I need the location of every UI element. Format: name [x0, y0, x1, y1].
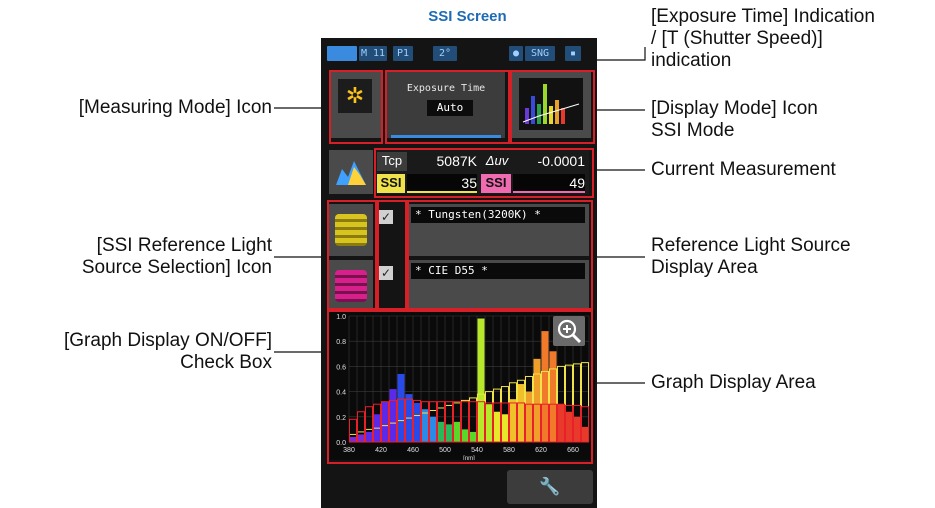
annotation-graph-display-area: Graph Display Area — [651, 372, 816, 393]
manual-figure: SSI Screen [Measuring Mode] Icon [Exposu… — [0, 0, 935, 508]
status-sync: SNG — [525, 46, 555, 61]
settings-button[interactable]: 🔧 — [507, 470, 593, 504]
battery-icon — [327, 46, 357, 61]
highlight-measuring-mode — [329, 70, 383, 144]
annotation-exposure-time: [Exposure Time] Indication / [T (Shutter… — [651, 6, 875, 71]
highlight-graph-area — [327, 310, 593, 464]
record-icon: ● — [509, 46, 523, 61]
status-bar: M 11 P1 2° ● SNG ▪ — [321, 46, 597, 62]
wrench-icon: 🔧 — [539, 477, 561, 496]
status-angle: 2° — [433, 46, 457, 61]
annotation-graph-checkbox: [Graph Display ON/OFF] Check Box — [64, 330, 272, 373]
annotation-measuring-mode-icon: [Measuring Mode] Icon — [78, 97, 272, 118]
spectrum-icon — [329, 150, 373, 194]
highlight-ssi-reference-icons — [327, 200, 377, 310]
annotation-reference-light-area: Reference Light Source Display Area — [651, 235, 851, 278]
status-mode: M 11 — [359, 46, 387, 61]
status-preset: P1 — [393, 46, 413, 61]
memory-icon: ▪ — [565, 46, 581, 61]
annotation-current-measurement: Current Measurement — [651, 159, 836, 180]
highlight-checkboxes — [377, 200, 407, 310]
annotation-ssi-reference-icon: [SSI Reference Light Source Selection] I… — [81, 235, 272, 278]
highlight-current-measurement — [374, 148, 594, 198]
highlight-reference-area — [407, 200, 593, 310]
highlight-exposure-time — [385, 70, 510, 144]
highlight-display-mode — [510, 70, 595, 144]
annotation-display-mode-icon: [Display Mode] Icon SSI Mode — [651, 98, 818, 141]
